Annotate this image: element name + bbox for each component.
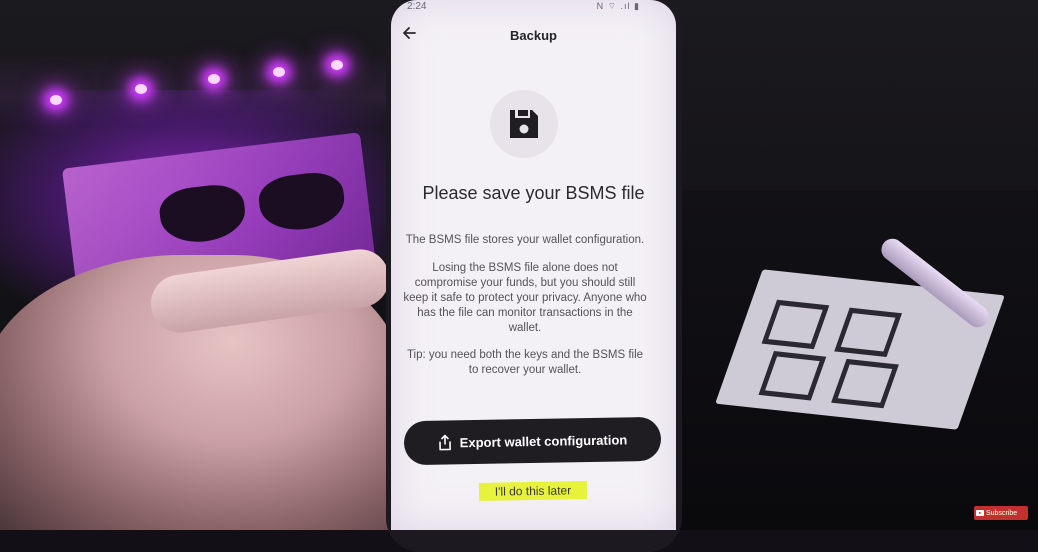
tip-paragraph: Tip: you need both the keys and the BSMS…: [406, 349, 644, 376]
subscribe-label: Subscribe: [986, 509, 1018, 517]
share-upload-icon: [438, 434, 451, 451]
floppy-disk-icon: [510, 110, 538, 138]
youtube-subscribe-badge[interactable]: Subscribe: [974, 506, 1028, 520]
page-title: Backup: [510, 28, 557, 43]
qr-code: [761, 299, 830, 350]
do-this-later-link[interactable]: I'll do this later: [478, 481, 588, 501]
led-light: [135, 84, 147, 94]
icon-circle: [490, 90, 558, 158]
qr-code: [831, 358, 899, 409]
led-light: [331, 60, 343, 70]
status-icons: N ⌔ .ıl ▮: [596, 1, 640, 11]
status-time: 2:24: [407, 1, 427, 12]
qr-code: [758, 351, 827, 401]
youtube-play-icon: [976, 510, 984, 516]
led-light: [208, 74, 220, 84]
phone-screen: 2:24 N ⌔ .ıl ▮ Backup Please save your B…: [391, 0, 676, 530]
warning-paragraph: Losing the BSMS file alone does not comp…: [403, 262, 647, 334]
led-light: [50, 95, 62, 105]
app-bar: Backup: [391, 22, 676, 52]
backup-heading: Please save your BSMS file: [422, 183, 645, 203]
qr-code: [834, 307, 903, 358]
export-wallet-configuration-button[interactable]: Export wallet configuration: [403, 416, 662, 466]
status-bar: 2:24 N ⌔ .ıl ▮: [391, 0, 676, 16]
led-light: [273, 67, 285, 77]
description-paragraph: The BSMS file stores your wallet configu…: [405, 234, 645, 246]
export-button-label: Export wallet configuration: [459, 431, 628, 450]
